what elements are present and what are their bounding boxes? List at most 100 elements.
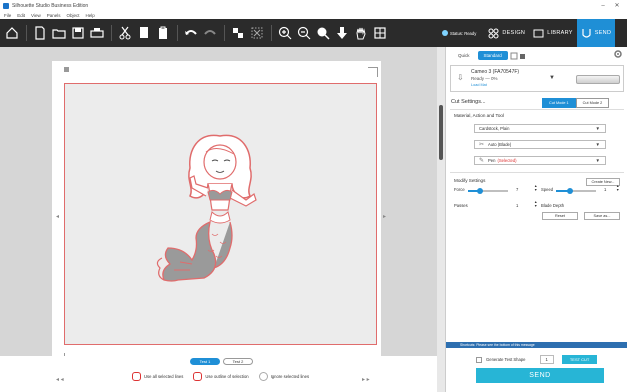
zoom-fit-button[interactable] (314, 23, 332, 43)
speed-stepper-icon[interactable]: ▲ ▼ (616, 184, 619, 192)
copy-settings-icon[interactable] (518, 52, 526, 60)
vertical-scrollbar-thumb[interactable] (439, 105, 443, 160)
divider (450, 172, 624, 173)
library-tab[interactable]: LIBRARY (529, 19, 577, 47)
status-indicator: Status: Ready (437, 30, 476, 36)
cut-mode-toggle: Cut Mode 1 Cut Mode 2 (542, 98, 610, 108)
group-button[interactable] (229, 23, 247, 43)
mermaid-design[interactable] (150, 130, 290, 295)
shortcut-notice: Shortcuts: Please see the bottom of this… (446, 342, 627, 348)
undo-button[interactable] (182, 23, 200, 43)
menu-file[interactable]: File (4, 13, 11, 18)
ungroup-icon (251, 27, 263, 39)
undo-icon (185, 30, 197, 35)
create-new-button[interactable]: Create New... (586, 178, 620, 186)
send-icon (582, 28, 591, 38)
cut-mode-2-button[interactable]: Cut Mode 2 (575, 98, 610, 108)
ungroup-button[interactable] (248, 23, 266, 43)
menu-panels[interactable]: Panels (47, 13, 61, 18)
toolbar-divider (224, 25, 225, 41)
material-section-title: Material, Action and Tool (454, 113, 504, 118)
print-button[interactable] (88, 23, 106, 43)
menu-edit[interactable]: Edit (17, 13, 25, 18)
menu-view[interactable]: View (31, 13, 41, 18)
use-outline-button[interactable]: Use outline of selection (193, 372, 249, 381)
registration-mark (64, 67, 69, 72)
toolbar-divider (271, 25, 272, 41)
send-panel: Quick Standard ⇩ Cameo 3 (FA70547F) Read… (445, 47, 627, 392)
zoom-in-button[interactable] (276, 23, 294, 43)
minimize-button[interactable]: – (596, 3, 610, 9)
ignore-lines-button[interactable]: Ignore selected lines (258, 372, 309, 381)
chevron-down-icon[interactable]: ▼ (549, 75, 555, 81)
send-tab[interactable]: SEND (576, 19, 616, 47)
force-slider[interactable] (468, 188, 508, 194)
test-1-toggle[interactable]: Test 1 (190, 358, 220, 365)
design-canvas[interactable]: ◂ ▸ (0, 47, 437, 392)
gear-icon[interactable] (613, 49, 623, 59)
notice-text: Shortcuts: Please see the bottom of this… (460, 343, 535, 347)
speed-slider-knob[interactable] (567, 188, 573, 194)
home-button[interactable] (3, 23, 21, 43)
test-2-toggle[interactable]: Test 2 (223, 358, 253, 365)
speed-slider[interactable] (556, 188, 596, 194)
machine-status: Ready — 0% (471, 76, 498, 81)
lines-icon (132, 372, 141, 381)
status-dot-icon (442, 30, 448, 36)
test-cut-button[interactable]: TEST CUT (561, 355, 598, 364)
tab-standard[interactable]: Standard (477, 51, 508, 60)
move-down-icon (337, 27, 347, 39)
cut-mode-1-button[interactable]: Cut Mode 1 (542, 98, 576, 108)
menu-help[interactable]: Help (86, 13, 95, 18)
force-slider-knob[interactable] (477, 188, 483, 194)
action-value: Auto (Blade) (488, 142, 512, 147)
tool-select[interactable]: ✎ Pen (Selected) ▼ (474, 156, 606, 165)
vertical-scrollbar-track[interactable] (437, 47, 445, 392)
app-icon (3, 2, 9, 9)
machine-load-link[interactable]: Load Mat (471, 83, 487, 87)
left-scroll-arrow[interactable]: ◂ (56, 213, 59, 220)
save-button[interactable] (69, 23, 87, 43)
test-value-input[interactable]: 1 (539, 355, 554, 364)
redo-button[interactable] (201, 23, 219, 43)
cut-button[interactable] (116, 23, 134, 43)
send-button[interactable]: SEND (476, 368, 604, 383)
page-prev-arrow[interactable]: ◂ ◂ (56, 376, 64, 383)
panel-tabs: Quick Standard (452, 51, 526, 60)
group-icon (233, 28, 243, 38)
reset-button[interactable]: Reset (542, 212, 578, 220)
new-page-button[interactable] (31, 23, 49, 43)
action-select[interactable]: ✂ Auto (Blade) ▼ (474, 140, 606, 149)
menu-bar: File Edit View Panels Object Help (0, 11, 627, 19)
material-select[interactable]: Cardstock, Plain ▼ (474, 124, 606, 133)
close-button[interactable]: ✕ (610, 2, 624, 9)
paste-button[interactable] (154, 23, 172, 43)
page-next-arrow[interactable]: ▸ ▸ (362, 376, 370, 383)
title-bar: Silhouette Studio Business Edition – ✕ (0, 0, 627, 11)
toolbar-divider (177, 25, 178, 41)
force-stepper-icon[interactable]: ▲ ▼ (534, 184, 537, 192)
test-shape-checkbox[interactable] (476, 356, 482, 363)
use-all-lines-button[interactable]: Use all selected lines (132, 372, 183, 381)
pan-button[interactable] (352, 23, 370, 43)
passes-stepper-icon[interactable]: ▲ ▼ (534, 200, 537, 208)
machine-selector[interactable]: ⇩ Cameo 3 (FA70547F) Ready — 0% Load Mat… (450, 65, 624, 92)
open-button[interactable] (50, 23, 68, 43)
usb-icon: ⇩ (457, 73, 464, 82)
copy-button[interactable] (135, 23, 153, 43)
zoom-out-button[interactable] (295, 23, 313, 43)
add-page-button[interactable] (371, 23, 389, 43)
design-tab[interactable]: DESIGN (484, 19, 529, 47)
divider (450, 109, 624, 110)
menu-object[interactable]: Object (66, 13, 79, 18)
cut-icon (119, 26, 131, 40)
right-scroll-arrow[interactable]: ▸ (383, 213, 386, 220)
save-as-button[interactable]: Save as... (584, 212, 620, 220)
force-label: Force (454, 187, 465, 192)
cut-settings-title: Cut Settings... (451, 99, 486, 105)
library-swatch-icon[interactable] (510, 52, 518, 60)
move-down-button[interactable] (333, 23, 351, 43)
tab-quick[interactable]: Quick (452, 51, 476, 60)
chevron-down-icon: ▼ (595, 126, 600, 131)
top-nav: Status: Ready DESIGN LIBRARY SEND (437, 19, 627, 47)
